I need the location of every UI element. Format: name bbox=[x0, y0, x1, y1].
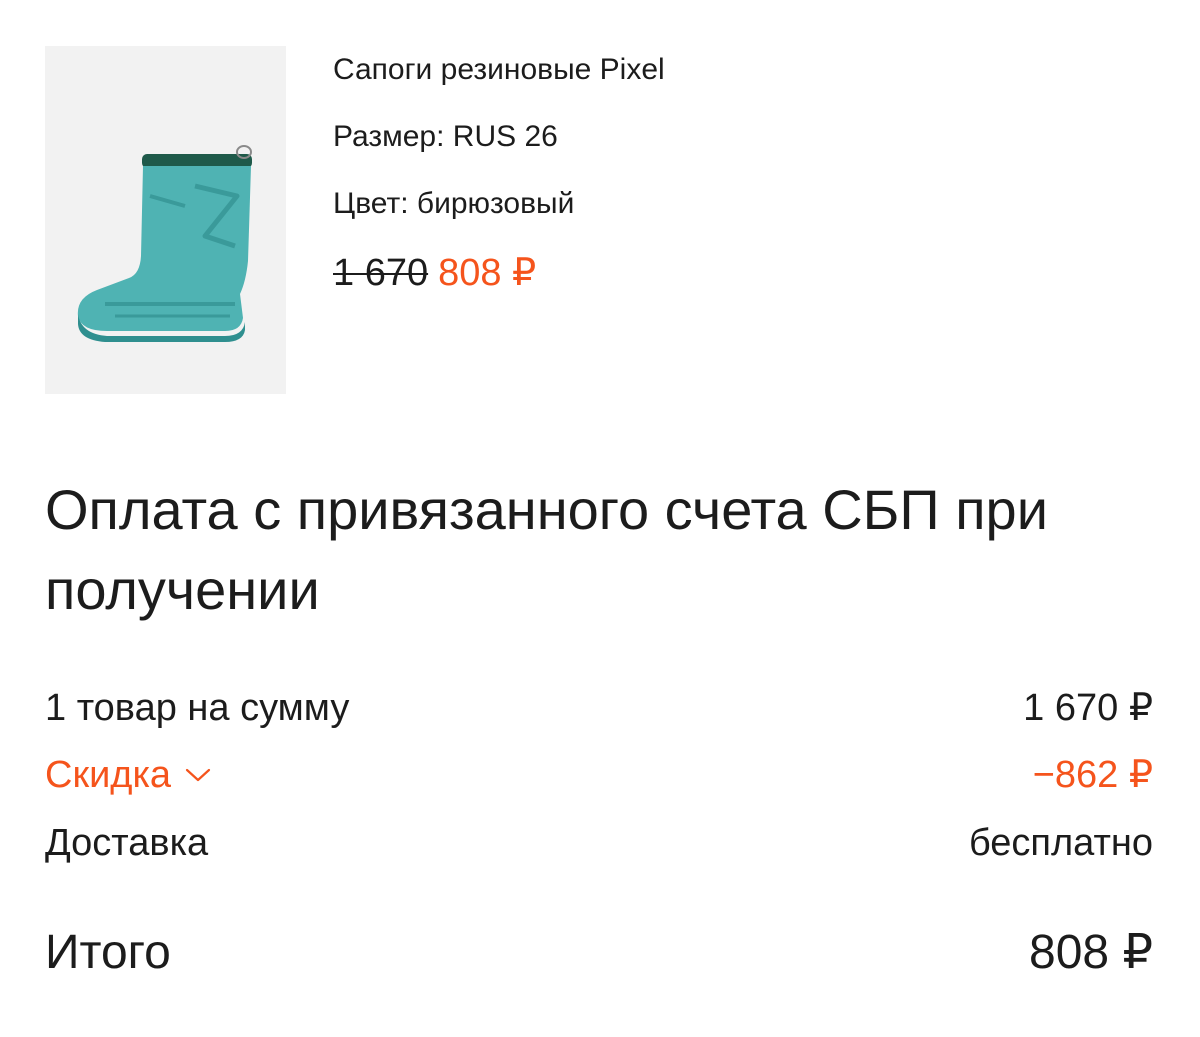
payment-method-title: Оплата с привязанного счета СБП при полу… bbox=[45, 478, 1048, 621]
product-info: Сапоги резиновые Pixel Размер: RUS 26 Цв… bbox=[333, 50, 665, 295]
product-name[interactable]: Сапоги резиновые Pixel bbox=[333, 50, 665, 90]
product-image[interactable] bbox=[45, 46, 286, 394]
delivery-label: Доставка bbox=[45, 822, 209, 864]
summary-total-row: Итого 808 ₽ bbox=[45, 923, 1153, 983]
product-size: Размер: RUS 26 bbox=[333, 120, 558, 153]
discount-toggle[interactable]: Скидка bbox=[45, 750, 211, 800]
new-price: 808 ₽ bbox=[438, 252, 537, 294]
product-color: Цвет: бирюзовый bbox=[333, 187, 575, 220]
items-label: 1 товар на сумму bbox=[45, 687, 350, 729]
total-value: 808 ₽ bbox=[1029, 926, 1153, 979]
delivery-value: бесплатно bbox=[968, 822, 1153, 864]
old-price: 1 670 bbox=[333, 252, 429, 294]
summary-items-row: 1 товар на сумму 1 670 ₽ bbox=[45, 683, 1153, 733]
boot-image bbox=[77, 145, 252, 342]
discount-label: Скидка bbox=[45, 754, 172, 796]
total-label: Итого bbox=[45, 926, 171, 979]
summary-discount-row: Скидка −862 ₽ bbox=[45, 750, 1153, 800]
discount-value: −862 ₽ bbox=[1032, 754, 1153, 796]
chevron-down-icon bbox=[185, 768, 211, 782]
items-value: 1 670 ₽ bbox=[1023, 687, 1153, 729]
product-price: 1 670 808 ₽ bbox=[333, 251, 665, 295]
summary-delivery-row: Доставка бесплатно bbox=[45, 818, 1153, 868]
